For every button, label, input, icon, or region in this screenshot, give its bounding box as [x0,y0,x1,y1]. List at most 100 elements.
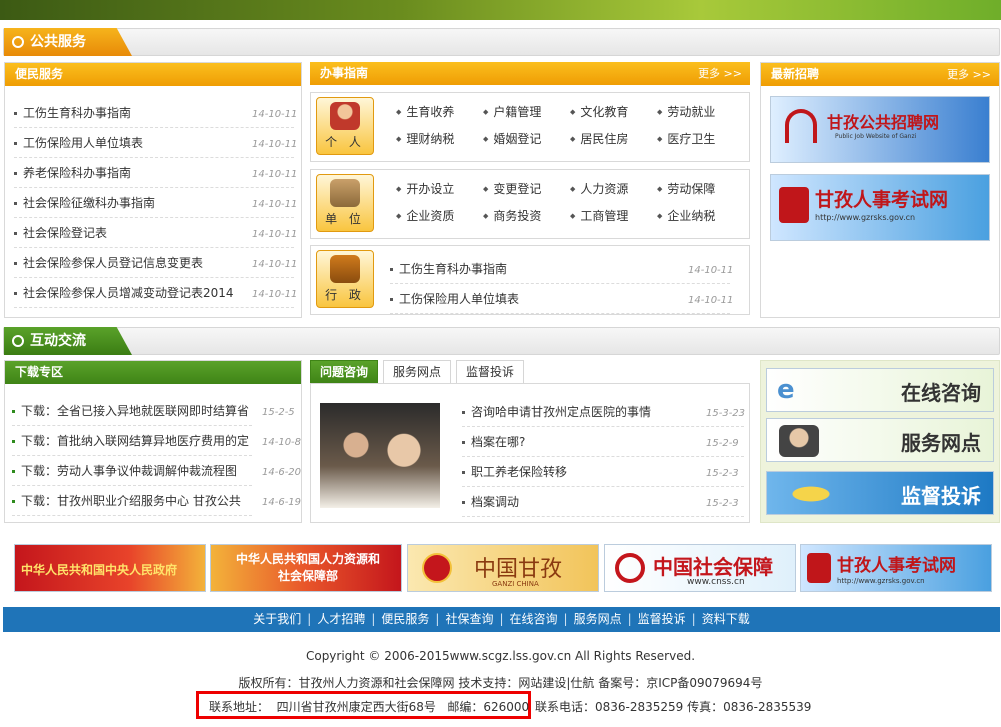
recruit-header: 最新招聘 更多 >> [761,63,999,86]
list-item-title: 下载：甘孜州职业介绍服务中心 甘孜公共 [21,494,241,508]
tab-question[interactable]: 问题咨询 [310,360,378,383]
headset-agent-icon [779,425,819,457]
guide-unit-link[interactable]: 商务投资 [483,207,541,224]
gz-job-site-banner[interactable]: 甘孜公共招聘网 Public Job Website of Ganzi [770,96,990,163]
service-network-button[interactable]: 服务网点 [766,418,994,462]
bullet-icon [12,440,15,443]
job-site-logo-icon [785,109,817,143]
list-item-title: 下载：全省已接入异地就医联网即时结算省 [21,404,250,418]
download-item[interactable]: 下载：劳动人事争议仲裁调解仲裁流程图 [12,456,252,486]
footer-nav-link[interactable]: 关于我们 [253,612,301,626]
list-item-date: 14-10-11 [688,265,734,276]
footer-nav-link[interactable]: 人才招聘 [317,612,365,626]
bullet-icon [462,411,465,414]
list-item-title: 工伤生育科办事指南 [399,262,508,276]
consult-item[interactable]: 档案在哪? [462,427,744,457]
list-item[interactable]: 工伤保险用人单位填表 [390,284,730,314]
download-item[interactable]: 下载：首批纳入联网结算异地医疗费用的定 [12,426,252,456]
guide-personal-link[interactable]: 生育收养 [396,103,454,120]
bullet-icon [14,172,17,175]
list-item-date: 15-3-23 [706,408,746,419]
complaint-button[interactable]: 监督投诉 [766,471,994,515]
bianmin-header: 便民服务 [5,63,301,86]
list-item-title: 社会保险参保人员增减变动登记表2014 [23,286,234,300]
guide-panel: 办事指南 更多 >> [310,62,750,86]
guide-unit-link[interactable]: 企业资质 [396,207,454,224]
guide-personal-link[interactable]: 婚姻登记 [483,130,541,147]
guide-unit-link[interactable]: 开办设立 [396,180,454,197]
list-item-title: 下载：劳动人事争议仲裁调解仲裁流程图 [21,464,238,478]
consult-item[interactable]: 职工养老保险转移 [462,457,744,487]
guide-personal-link[interactable]: 居民住房 [570,130,628,147]
link-central-gov[interactable]: 中华人民共和国中央人民政府 [14,544,206,592]
guide-unit-link[interactable]: 变更登记 [483,180,541,197]
footer-nav: 关于我们 | 人才招聘 | 便民服务 | 社保查询 | 在线咨询 | 服务网点 | 监督投诉 | 资料下载 [3,607,1000,632]
list-item-date: 14-10-11 [252,139,298,150]
cnss-logo-icon [615,553,645,583]
list-item-title: 社会保险参保人员登记信息变更表 [23,256,204,270]
list-item-title: 工伤保险用人单位填表 [23,136,144,150]
list-item-date: 14-10-11 [252,289,298,300]
recruit-more-link[interactable]: 更多 >> [947,63,991,86]
consult-item[interactable]: 咨询哈申请甘孜州定点医院的事情 [462,397,744,427]
nav-separator: | [371,612,376,626]
list-item-title: 咨询哈申请甘孜州定点医院的事情 [471,405,652,419]
link-mohrss[interactable]: 中华人民共和国人力资源和社会保障部 [210,544,402,592]
nav-separator: | [691,612,696,626]
footer-nav-link[interactable]: 资料下载 [702,612,750,626]
bullet-icon [12,500,15,503]
guide-unit-link[interactable]: 劳动保障 [657,180,715,197]
exam-site-logo-icon [779,187,809,223]
consult-item[interactable]: 档案调动 [462,487,744,517]
guide-unit-link[interactable]: 工商管理 [570,207,628,224]
footer-nav-link[interactable]: 服务网点 [574,612,622,626]
top-banner-image [0,0,1001,20]
nav-separator: | [435,612,440,626]
guide-personal-link[interactable]: 户籍管理 [483,103,541,120]
bullet-icon [14,202,17,205]
bullet-icon [462,471,465,474]
tab-service-network[interactable]: 服务网点 [383,360,451,383]
bullet-icon [390,298,393,301]
list-item-date: 14-10-11 [252,169,298,180]
tab-complaint[interactable]: 监督投诉 [456,360,524,383]
admin-category-button[interactable]: 行 政 [316,250,374,308]
address-text: 联系地址： 四川省甘孜州康定西大街68号 邮编：626000 [209,700,530,714]
list-item-title: 工伤生育科办事指南 [23,106,132,120]
personal-category-button[interactable]: 个 人 [316,97,374,155]
footer-nav-link[interactable]: 社保查询 [445,612,493,626]
online-consult-button[interactable]: e 在线咨询 [766,368,994,412]
link-gz-exam[interactable]: 甘孜人事考试网 http://www.gzrsks.gov.cn [800,544,992,592]
list-item-date: 14-10-11 [252,109,298,120]
list-item-date: 14-10-11 [252,199,298,210]
footer-nav-link[interactable]: 在线咨询 [510,612,558,626]
list-item-title: 养老保险科办事指南 [23,166,132,180]
person-icon [330,102,360,130]
list-item-title: 社会保险征缴科办事指南 [23,196,156,210]
list-item-title: 档案在哪? [471,435,526,449]
list-item-title: 工伤保险用人单位填表 [399,292,520,306]
footer-nav-link[interactable]: 便民服务 [381,612,429,626]
customer-service-photo [320,403,440,508]
section-title-public-service: 公共服务 [4,28,132,56]
guide-personal-link[interactable]: 文化教育 [570,103,628,120]
download-item[interactable]: 下载：甘孜州职业介绍服务中心 甘孜公共 [12,486,252,516]
bullet-icon [14,292,17,295]
nav-separator: | [563,612,568,626]
national-emblem-icon [422,553,452,583]
guide-personal-link[interactable]: 理财纳税 [396,130,454,147]
gz-exam-site-banner[interactable]: 甘孜人事考试网 http://www.gzrsks.gov.cn [770,174,990,241]
guide-personal-link[interactable]: 医疗卫生 [657,130,715,147]
footer-nav-link[interactable]: 监督投诉 [638,612,686,626]
circle-icon [12,36,24,48]
guide-unit-link[interactable]: 人力资源 [570,180,628,197]
link-ganzi-china[interactable]: 中国甘孜 GANZI CHINA [407,544,599,592]
guide-unit-link[interactable]: 企业纳税 [657,207,715,224]
guide-more-link[interactable]: 更多 >> [698,62,742,85]
section-bar-interaction: 互动交流 [3,327,1000,355]
unit-category-button[interactable]: 单 位 [316,174,374,232]
download-item[interactable]: 下载：全省已接入异地就医联网即时结算省 [12,396,252,426]
list-item[interactable]: 工伤生育科办事指南 [390,254,730,284]
link-cnss[interactable]: 中国社会保障 www.cnss.cn [604,544,796,592]
guide-personal-link[interactable]: 劳动就业 [657,103,715,120]
